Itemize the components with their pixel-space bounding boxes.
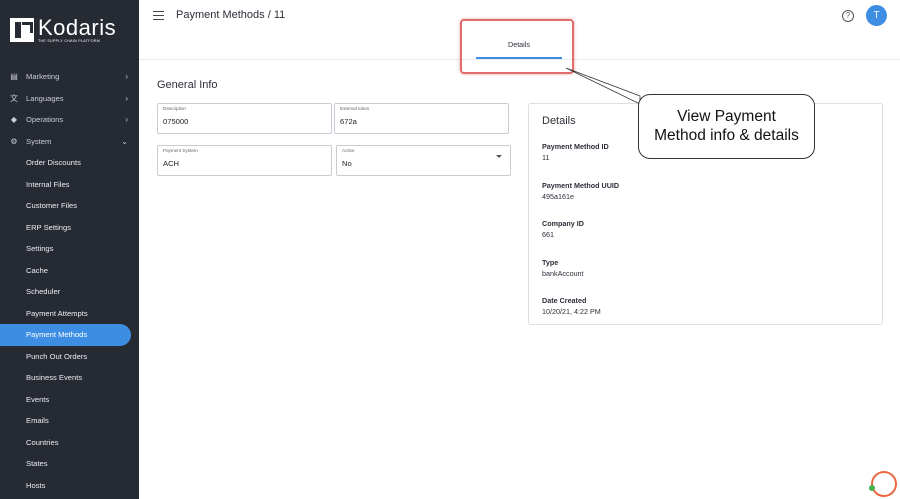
date-created-value: 10/20/21, 4:22 PM	[542, 307, 601, 316]
help-icon[interactable]: ?	[842, 10, 854, 22]
hamburger-menu-icon[interactable]	[153, 11, 164, 22]
sidebar-item-payment-methods[interactable]: Payment Methods	[0, 324, 131, 346]
sidebar-item-scheduler[interactable]: Scheduler	[0, 281, 139, 303]
external-token-value: 672a	[340, 117, 357, 126]
type-label: Type	[542, 258, 559, 267]
sidebar-item-erp-settings[interactable]: ERP Settings	[0, 217, 139, 239]
chevron-right-icon: ›	[125, 72, 128, 82]
online-status-dot	[869, 485, 875, 491]
active-label: Active	[342, 148, 355, 153]
payment-method-id: Payment Method ID 11	[542, 142, 609, 162]
sidebar-item-payment-attempts[interactable]: Payment Attempts	[0, 303, 139, 325]
company-id-label: Company ID	[542, 219, 584, 228]
sidebar-item-emails[interactable]: Emails	[0, 410, 139, 432]
details-card-title: Details	[542, 115, 576, 127]
general-info-title: General Info	[157, 79, 218, 91]
sidebar-item-order-discounts[interactable]: Order Discounts	[0, 152, 139, 174]
sidebar-item-states[interactable]: States	[0, 453, 139, 475]
payment-method-uuid-value: 495a161e	[542, 192, 574, 201]
sidebar-item-label: Operations	[26, 115, 64, 125]
sidebar-item-hosts[interactable]: Hosts	[0, 475, 139, 497]
annotation-line-2: Method info & details	[654, 127, 799, 144]
sidebar-nav: ▤ Marketing › 文 Languages › ◆ Operations…	[0, 66, 139, 496]
sidebar-item-cache[interactable]: Cache	[0, 260, 139, 282]
sidebar-item-label: Languages	[26, 93, 64, 103]
sidebar-item-label: System	[26, 136, 52, 146]
sidebar-item-marketing[interactable]: ▤ Marketing ›	[0, 66, 139, 88]
type: Type bankAccount	[542, 258, 584, 278]
description-label: Description	[163, 106, 186, 111]
sidebar-item-countries[interactable]: Countries	[0, 432, 139, 454]
sidebar-item-settings[interactable]: Settings	[0, 238, 139, 260]
sidebar-item-label: Marketing	[26, 72, 60, 82]
active-select[interactable]: Active No	[336, 145, 511, 176]
operations-icon: ◆	[10, 115, 18, 125]
sidebar-item-customer-files[interactable]: Customer Files	[0, 195, 139, 217]
sidebar-item-internal-files[interactable]: Internal Files	[0, 174, 139, 196]
sidebar: Kodaris THE SUPPLY CHAIN PLATFORM ▤ Mark…	[0, 0, 139, 499]
company-id: Company ID 661	[542, 219, 584, 239]
external-token-label: External token	[340, 106, 370, 111]
chevron-right-icon: ›	[125, 93, 128, 103]
description-field[interactable]: Description 075000	[157, 103, 332, 134]
payment-system-value: ACH	[163, 159, 180, 168]
sidebar-item-events[interactable]: Events	[0, 389, 139, 411]
external-token-field[interactable]: External token 672a	[334, 103, 509, 134]
payment-method-uuid-label: Payment Method UUID	[542, 181, 620, 190]
annotation-line-1: View Payment	[677, 108, 776, 125]
brand-name: Kodaris	[38, 15, 117, 40]
payment-method-id-label: Payment Method ID	[542, 142, 609, 151]
marketing-icon: ▤	[10, 72, 18, 82]
chevron-right-icon: ›	[125, 115, 128, 125]
brand-tagline: THE SUPPLY CHAIN PLATFORM	[38, 39, 101, 43]
avatar[interactable]: T	[866, 5, 887, 26]
languages-icon: 文	[10, 93, 18, 103]
payment-method-uuid: Payment Method UUID 495a161e	[542, 181, 619, 201]
dropdown-caret-icon	[496, 155, 502, 158]
payment-system-label: Payment System	[163, 148, 198, 153]
chevron-down-icon: ⌄	[121, 136, 128, 146]
sidebar-item-punch-out-orders[interactable]: Punch Out Orders	[0, 346, 139, 368]
date-created: Date Created 10/20/21, 4:22 PM	[542, 296, 601, 316]
sidebar-item-languages[interactable]: 文 Languages ›	[0, 88, 139, 110]
chat-widget-icon[interactable]	[871, 471, 897, 497]
brand-logo[interactable]: Kodaris THE SUPPLY CHAIN PLATFORM	[0, 0, 139, 60]
tab-active-indicator	[476, 57, 562, 59]
active-value: No	[342, 159, 352, 168]
company-id-value: 661	[542, 230, 554, 239]
gear-icon: ⚙	[10, 136, 18, 146]
description-value: 075000	[163, 117, 189, 126]
payment-method-id-value: 11	[542, 153, 550, 162]
sidebar-item-system[interactable]: ⚙ System ⌄	[0, 131, 139, 153]
sidebar-item-business-events[interactable]: Business Events	[0, 367, 139, 389]
tab-details[interactable]: Details	[476, 40, 562, 49]
payment-system-field[interactable]: Payment System ACH	[157, 145, 332, 176]
kodaris-logo-icon	[10, 18, 34, 42]
page-title: Payment Methods / 11	[176, 9, 286, 21]
annotation-callout: View Payment Method info & details	[638, 94, 815, 159]
type-value: bankAccount	[542, 269, 584, 278]
sidebar-item-operations[interactable]: ◆ Operations ›	[0, 109, 139, 131]
date-created-label: Date Created	[542, 296, 587, 305]
